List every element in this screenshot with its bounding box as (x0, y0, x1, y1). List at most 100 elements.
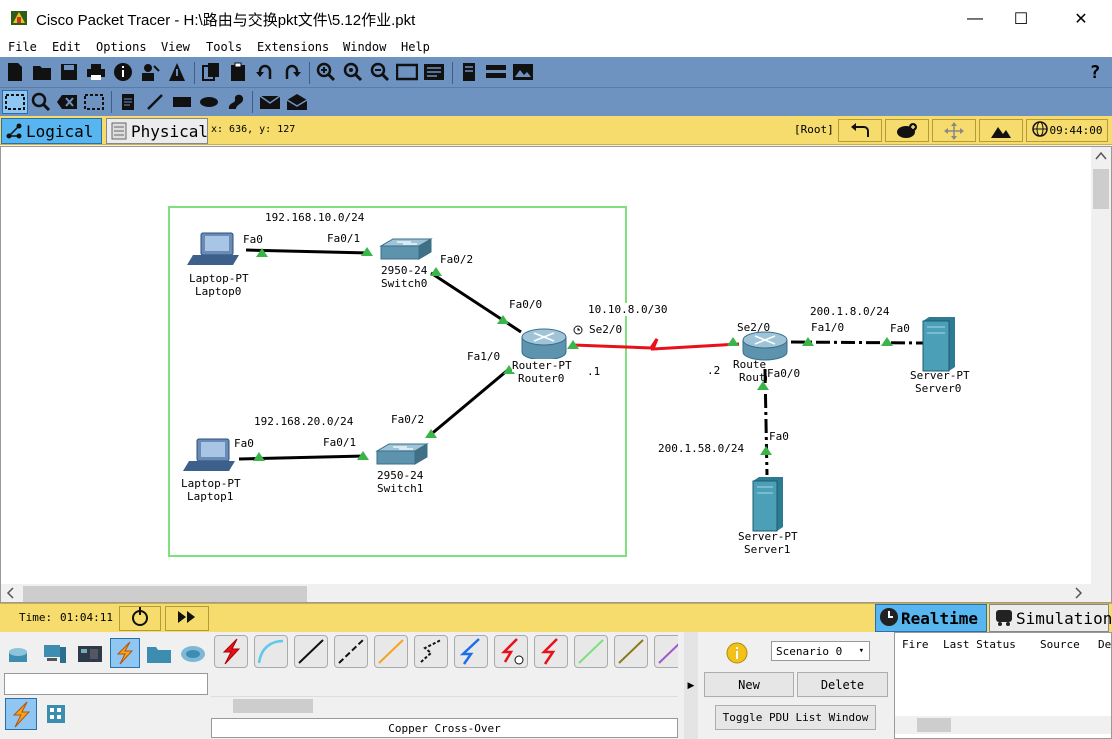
misc-icon[interactable] (145, 640, 173, 668)
image-icon[interactable] (512, 61, 534, 83)
viewport-clock[interactable]: 09:44:00 (1026, 119, 1108, 142)
pdu-column-header[interactable]: Source (1040, 638, 1080, 651)
delete-icon[interactable] (56, 91, 78, 113)
help-question-icon[interactable]: ? (1084, 61, 1106, 83)
server1-network-label[interactable]: 200.1.58.0/24 (658, 442, 745, 455)
pdu-list-scrollbar[interactable] (895, 716, 1111, 734)
connection-scroll-thumb[interactable] (233, 699, 313, 713)
delete-scenario-button[interactable]: Delete (797, 672, 888, 697)
menu-edit[interactable]: Edit (52, 40, 81, 54)
print-icon[interactable] (85, 61, 107, 83)
serial-dte-icon[interactable] (534, 635, 568, 668)
horizontal-scroll-thumb[interactable] (23, 586, 307, 602)
zoom-out-icon[interactable] (369, 61, 391, 83)
connections-icon[interactable] (110, 638, 140, 668)
open-folder-icon[interactable] (31, 61, 53, 83)
network-devices-icon[interactable] (6, 640, 34, 668)
device-search-field[interactable] (4, 673, 208, 695)
new-cluster-button[interactable] (885, 119, 929, 142)
router1-icon[interactable] (742, 331, 788, 361)
automatic-connection-category[interactable] (5, 698, 37, 730)
switch1-icon[interactable] (375, 443, 429, 465)
console-icon[interactable] (254, 635, 288, 668)
router1-wan-ip-label[interactable]: .2 (707, 364, 721, 377)
components-icon[interactable] (76, 640, 104, 668)
server0-network-label[interactable]: 200.1.8.0/24 (810, 305, 890, 318)
server-icon[interactable] (458, 61, 480, 83)
new-scenario-button[interactable]: New (704, 672, 794, 697)
automatic-icon[interactable] (214, 635, 248, 668)
octal-icon[interactable] (574, 635, 608, 668)
server1-icon[interactable] (752, 477, 783, 532)
serial-dce-icon[interactable] (494, 635, 528, 668)
menu-view[interactable]: View (161, 40, 190, 54)
scenario-select[interactable]: Scenario 0 ▾ (771, 641, 870, 661)
menu-help[interactable]: Help (401, 40, 430, 54)
drawing-palette-icon[interactable] (396, 61, 418, 83)
activity-wizard-icon[interactable] (139, 61, 161, 83)
link-switch1-router0[interactable] (428, 367, 510, 438)
paste-icon[interactable] (227, 61, 249, 83)
phone-icon[interactable] (414, 635, 448, 668)
copper-cross-icon[interactable] (334, 635, 368, 668)
zoom-in-icon[interactable] (315, 61, 337, 83)
copper-straight-icon[interactable] (294, 635, 328, 668)
pdu-column-header[interactable]: De (1098, 638, 1112, 651)
end-devices-icon[interactable] (41, 640, 69, 668)
complex-pdu-icon[interactable] (286, 91, 308, 113)
close-button[interactable]: ✕ (1058, 0, 1104, 37)
save-icon[interactable] (58, 61, 80, 83)
minimize-button[interactable]: — (952, 0, 998, 37)
pdu-icon[interactable] (485, 61, 507, 83)
server0-icon[interactable] (922, 317, 955, 372)
tab-physical[interactable]: Physical (106, 118, 208, 144)
copy-icon[interactable] (200, 61, 222, 83)
pdu-column-header[interactable]: Last Status (943, 638, 1016, 651)
scenario-info-icon[interactable] (726, 642, 748, 667)
router0-wan-ip-label[interactable]: .1 (587, 365, 601, 378)
fast-forward-button[interactable] (165, 606, 209, 631)
freeform-icon[interactable] (225, 91, 247, 113)
resize-icon[interactable] (83, 91, 105, 113)
tab-realtime[interactable]: Realtime (875, 604, 987, 632)
pdu-scroll-thumb[interactable] (917, 718, 951, 732)
vertical-scroll-thumb[interactable] (1093, 169, 1109, 209)
multiuser-icon[interactable] (179, 640, 207, 668)
tab-simulation[interactable]: Simulation (989, 604, 1112, 632)
undo-icon[interactable] (254, 61, 276, 83)
menu-file[interactable]: File (8, 40, 37, 54)
tab-logical[interactable]: Logical (1, 118, 102, 144)
zoom-reset-icon[interactable] (342, 61, 364, 83)
usb-icon[interactable] (654, 635, 678, 668)
back-button[interactable] (838, 119, 882, 142)
lan2-network-label[interactable]: 192.168.20.0/24 (254, 415, 354, 428)
laptop1-icon[interactable] (183, 438, 235, 471)
set-background-button[interactable] (979, 119, 1023, 142)
new-file-icon[interactable] (4, 61, 26, 83)
network-info-icon[interactable] (166, 61, 188, 83)
power-cycle-button[interactable] (119, 606, 161, 631)
pdu-column-header[interactable]: Fire (902, 638, 929, 651)
ellipse-icon[interactable] (198, 91, 220, 113)
move-object-button[interactable] (932, 119, 976, 142)
laptop0-icon[interactable] (187, 232, 239, 265)
grid-view-icon[interactable] (46, 704, 66, 724)
wan-network-label[interactable]: 10.10.8.0/30 (588, 303, 668, 316)
workspace-vertical-scrollbar[interactable] (1091, 147, 1111, 584)
custom-device-icon[interactable] (423, 61, 445, 83)
lan1-network-label[interactable]: 192.168.10.0/24 (265, 211, 365, 224)
rectangle-icon[interactable] (171, 91, 193, 113)
iot-icon[interactable] (614, 635, 648, 668)
select-icon[interactable] (2, 90, 28, 114)
info-icon[interactable] (112, 61, 134, 83)
router0-icon[interactable] (521, 328, 567, 361)
panel-expand-arrow[interactable]: ▶ (684, 632, 698, 739)
logical-workspace[interactable]: 192.168.10.0/24 192.168.20.0/24 10.10.8.… (0, 146, 1112, 603)
menu-tools[interactable]: Tools (206, 40, 242, 54)
root-breadcrumb[interactable]: [Root] (794, 123, 834, 136)
fiber-icon[interactable] (374, 635, 408, 668)
menu-window[interactable]: Window (343, 40, 386, 54)
coaxial-icon[interactable] (454, 635, 488, 668)
toggle-pdu-list-button[interactable]: Toggle PDU List Window (715, 705, 876, 730)
link-router0-router1-serial[interactable] (572, 338, 740, 351)
